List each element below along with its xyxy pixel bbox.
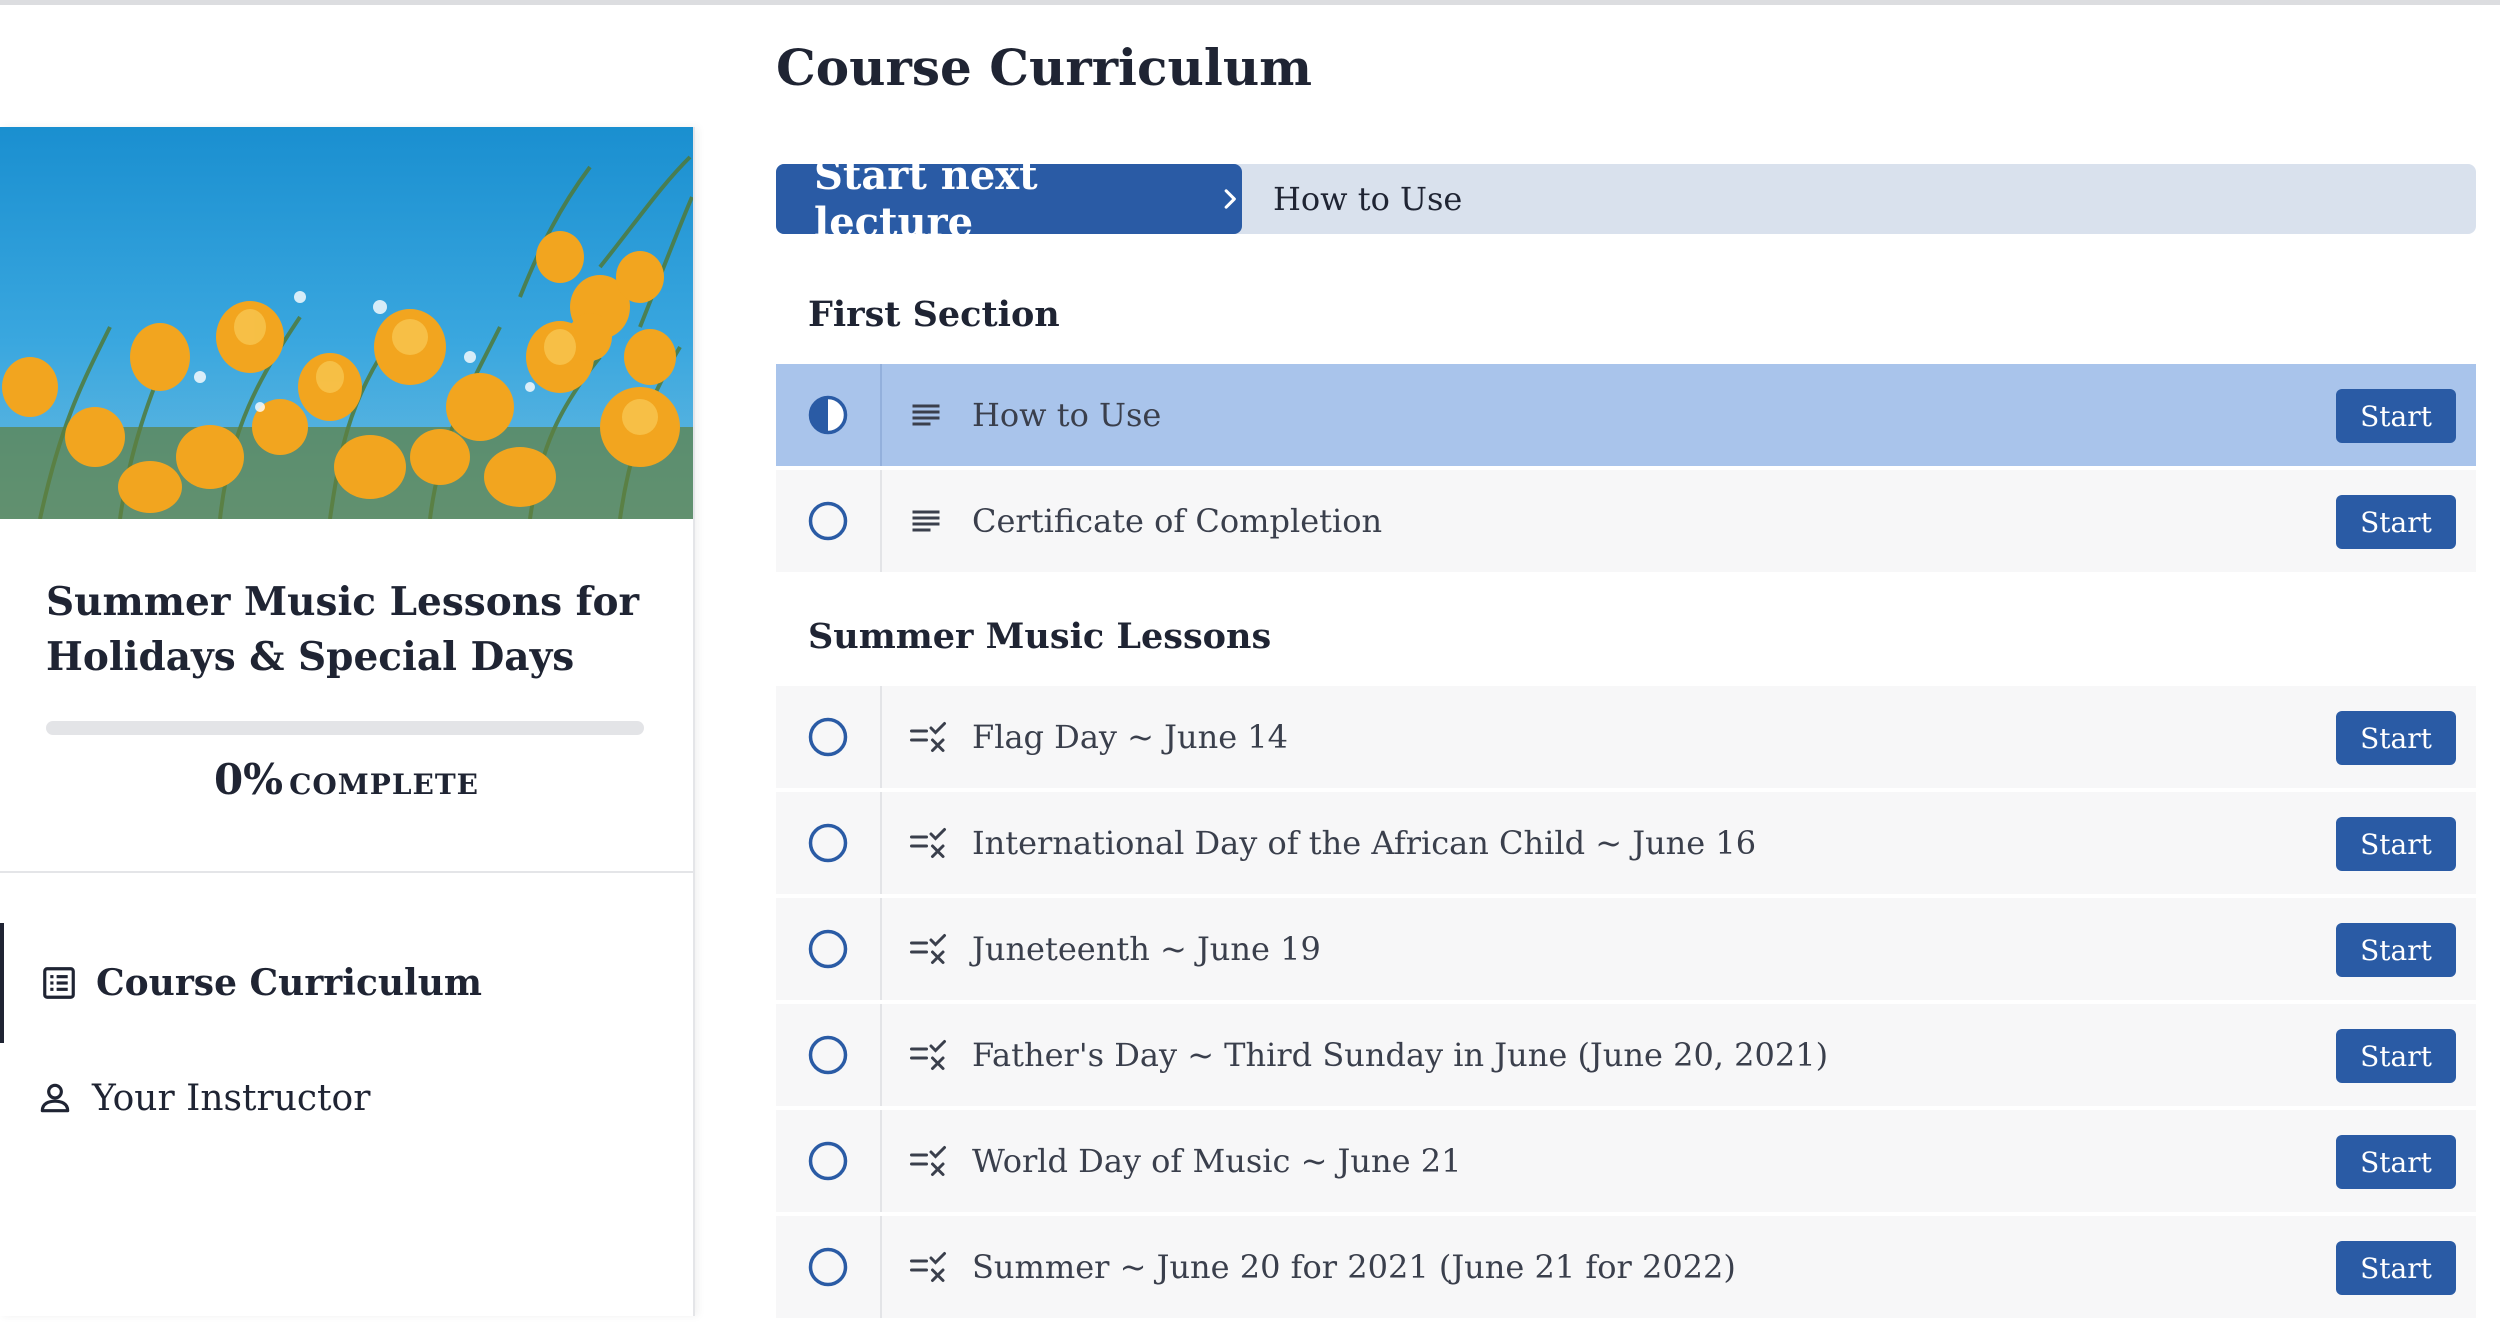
- start-button[interactable]: Start: [2336, 389, 2456, 443]
- empty-circle-icon: [808, 1035, 848, 1075]
- row-divider: [880, 1216, 882, 1318]
- row-divider: [880, 364, 882, 466]
- lecture-title: Juneteenth ~ June 19: [972, 930, 1321, 968]
- status-not-started: [776, 1004, 880, 1106]
- course-title: Summer Music Lessons for Holidays & Spec…: [46, 579, 639, 680]
- next-lecture-title[interactable]: How to Use: [1273, 180, 1462, 218]
- section-title-summer-music-lessons: Summer Music Lessons: [808, 616, 1272, 657]
- lecture-row[interactable]: Juneteenth ~ June 19 Start: [776, 898, 2476, 1000]
- lecture-row[interactable]: World Day of Music ~ June 21 Start: [776, 1110, 2476, 1212]
- sidebar-nav: Course Curriculum Your Instructor: [0, 923, 693, 1153]
- section-lecture-list: How to Use Start Certificate of Completi…: [776, 364, 2476, 576]
- quiz-icon: [908, 825, 948, 861]
- empty-circle-icon: [808, 823, 848, 863]
- nav-item-label: Your Instructor: [92, 1077, 371, 1119]
- row-divider: [880, 1004, 882, 1106]
- status-not-started: [776, 686, 880, 788]
- next-lecture-bar: Start next lecture How to Use: [776, 152, 2476, 246]
- lecture-title: International Day of the African Child ~…: [972, 824, 1757, 862]
- quiz-icon: [908, 1037, 948, 1073]
- section-lecture-list: Flag Day ~ June 14 Start International D…: [776, 686, 2476, 1322]
- row-divider: [880, 1110, 882, 1212]
- row-divider: [880, 470, 882, 572]
- lecture-title: Summer ~ June 20 for 2021 (June 21 for 2…: [972, 1248, 1736, 1286]
- curriculum-main: Course Curriculum Start next lecture How…: [776, 0, 2476, 1318]
- quiz-icon: [908, 1249, 948, 1285]
- status-not-started: [776, 470, 880, 572]
- lecture-row[interactable]: Flag Day ~ June 14 Start: [776, 686, 2476, 788]
- lecture-row[interactable]: Summer ~ June 20 for 2021 (June 21 for 2…: [776, 1216, 2476, 1318]
- start-button[interactable]: Start: [2336, 923, 2456, 977]
- progress-bar: [46, 721, 644, 735]
- text-lines-icon: [908, 503, 948, 539]
- nav-item-course-curriculum[interactable]: Course Curriculum: [0, 923, 693, 1043]
- status-not-started: [776, 792, 880, 894]
- lecture-row[interactable]: Certificate of Completion Start: [776, 470, 2476, 572]
- lecture-title: How to Use: [972, 396, 1162, 434]
- chevron-right-icon: [1224, 189, 1236, 209]
- start-button[interactable]: Start: [2336, 1029, 2456, 1083]
- start-button[interactable]: Start: [2336, 1135, 2456, 1189]
- quiz-icon: [908, 931, 948, 967]
- start-button[interactable]: Start: [2336, 711, 2456, 765]
- empty-circle-icon: [808, 1247, 848, 1287]
- lecture-row[interactable]: How to Use Start: [776, 364, 2476, 466]
- empty-circle-icon: [808, 1141, 848, 1181]
- lecture-title: World Day of Music ~ June 21: [972, 1142, 1462, 1180]
- status-not-started: [776, 898, 880, 1000]
- row-divider: [880, 792, 882, 894]
- lecture-title: Father's Day ~ Third Sunday in June (Jun…: [972, 1036, 1829, 1074]
- sidebar-divider: [0, 871, 693, 873]
- complete-label: COMPLETE: [289, 768, 480, 801]
- empty-circle-icon: [808, 501, 848, 541]
- course-sidebar: Summer Music Lessons for Holidays & Spec…: [0, 127, 695, 1316]
- start-button[interactable]: Start: [2336, 817, 2456, 871]
- lecture-row[interactable]: Father's Day ~ Third Sunday in June (Jun…: [776, 1004, 2476, 1106]
- start-button[interactable]: Start: [2336, 495, 2456, 549]
- lecture-title: Flag Day ~ June 14: [972, 718, 1289, 756]
- nav-item-your-instructor[interactable]: Your Instructor: [0, 1043, 693, 1153]
- row-divider: [880, 898, 882, 1000]
- section-title-first-section: First Section: [808, 294, 1060, 335]
- list-alt-icon: [43, 967, 75, 999]
- start-next-lecture-label: Start next lecture: [814, 152, 1038, 246]
- text-lines-icon: [908, 397, 948, 433]
- page-title: Course Curriculum: [776, 38, 1313, 97]
- empty-circle-icon: [808, 717, 848, 757]
- start-next-lecture-button[interactable]: Start next lecture: [776, 152, 1242, 246]
- status-not-started: [776, 1216, 880, 1318]
- progress-percent: 0%: [213, 755, 284, 804]
- quiz-icon: [908, 1143, 948, 1179]
- course-hero-image: [0, 127, 693, 519]
- lecture-title: Certificate of Completion: [972, 502, 1383, 540]
- person-icon: [40, 1083, 70, 1113]
- empty-circle-icon: [808, 929, 848, 969]
- half-circle-progress-icon: [808, 395, 848, 435]
- start-button[interactable]: Start: [2336, 1241, 2456, 1295]
- quiz-icon: [908, 719, 948, 755]
- nav-item-label: Course Curriculum: [96, 962, 482, 1004]
- status-in-progress: [776, 364, 880, 466]
- lecture-row[interactable]: International Day of the African Child ~…: [776, 792, 2476, 894]
- row-divider: [880, 686, 882, 788]
- progress-status: 0% COMPLETE: [0, 755, 693, 805]
- status-not-started: [776, 1110, 880, 1212]
